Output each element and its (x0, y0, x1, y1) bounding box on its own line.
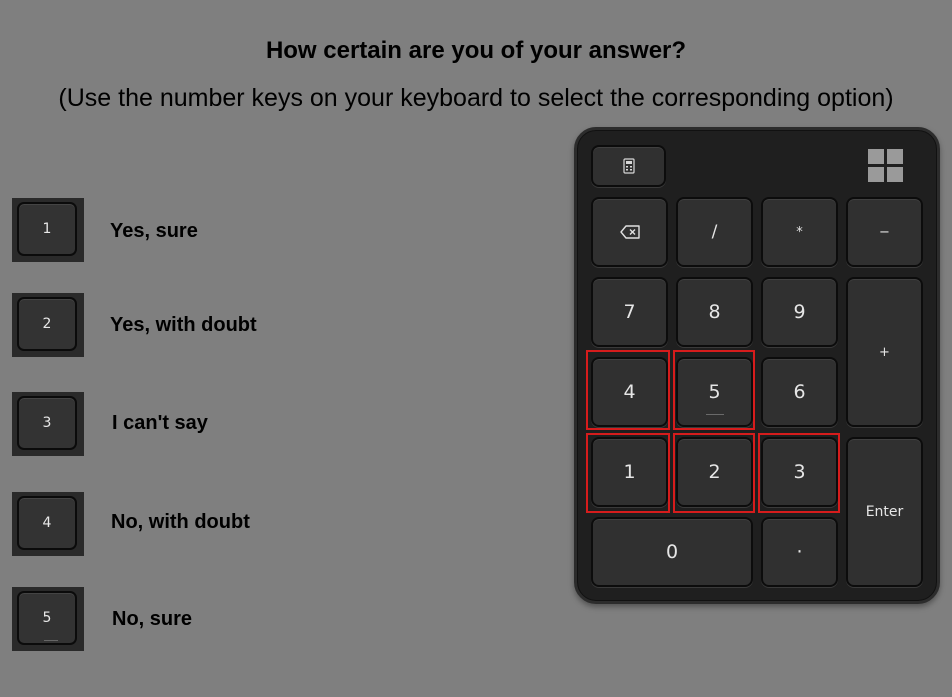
key-minus[interactable]: − (846, 197, 923, 267)
option-key-1-label: 1 (17, 202, 77, 256)
key-8[interactable]: 8 (676, 277, 753, 347)
calculator-icon (622, 158, 635, 174)
key-plus[interactable]: + (846, 277, 923, 427)
option-key-1[interactable]: 1 (12, 198, 84, 262)
key-5-label: 5 (708, 381, 721, 403)
key-3[interactable]: 3 (761, 437, 838, 507)
option-key-5-text: 5 (42, 610, 52, 626)
key-dot[interactable]: · (761, 517, 838, 587)
key-slash[interactable]: / (676, 197, 753, 267)
backspace-key[interactable] (591, 197, 668, 267)
key-5[interactable]: 5 (676, 357, 753, 427)
tactile-bump (705, 414, 724, 415)
option-key-5[interactable]: 5 (12, 587, 84, 651)
option-label-2: Yes, with doubt (110, 314, 257, 336)
option-key-5-label: 5 (17, 591, 77, 645)
question-title: How certain are you of your answer? (265, 37, 687, 64)
key-9[interactable]: 9 (761, 277, 838, 347)
key-enter[interactable]: Enter (846, 437, 923, 587)
option-label-5: No, sure (112, 608, 193, 630)
windows-logo-icon (868, 149, 903, 182)
calculator-key[interactable] (591, 145, 666, 187)
backspace-icon (619, 225, 640, 239)
option-key-3[interactable]: 3 (12, 392, 84, 456)
option-label-4: No, with doubt (111, 511, 250, 533)
key-0[interactable]: 0 (591, 517, 753, 587)
key-7[interactable]: 7 (591, 277, 668, 347)
key-2[interactable]: 2 (676, 437, 753, 507)
key-4[interactable]: 4 (591, 357, 668, 427)
option-label-3: I can't say (112, 412, 208, 434)
option-key-2[interactable]: 2 (12, 293, 84, 357)
option-key-4-label: 4 (17, 496, 77, 550)
option-key-3-label: 3 (17, 396, 77, 450)
instruction-text: (Use the number keys on your keyboard to… (58, 84, 894, 112)
key-asterisk[interactable]: * (761, 197, 838, 267)
option-label-1: Yes, sure (110, 220, 198, 242)
option-key-4[interactable]: 4 (12, 492, 84, 556)
key-1[interactable]: 1 (591, 437, 668, 507)
tactile-bump (44, 640, 58, 641)
key-6[interactable]: 6 (761, 357, 838, 427)
option-key-2-label: 2 (17, 297, 77, 351)
